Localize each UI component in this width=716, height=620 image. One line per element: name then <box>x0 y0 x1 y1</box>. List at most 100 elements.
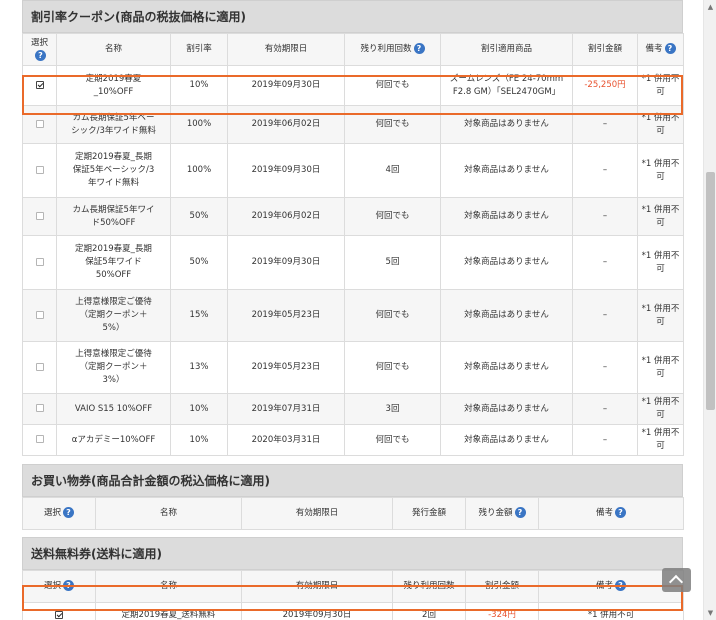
coupon-remaining: 4回 <box>344 143 441 198</box>
coupon-note: *1 併用不可 <box>637 235 684 290</box>
coupon-amount: – <box>572 341 638 394</box>
coupon-checkbox[interactable] <box>35 211 44 220</box>
coupon-remaining: 何回でも <box>344 341 441 394</box>
coupon-checkbox[interactable] <box>35 80 44 89</box>
table-row[interactable]: 定期2019春夏 _10%OFF 10% 2019年09月30日 何回でも ズームレンズ（… <box>22 65 684 106</box>
coupon-rate: 10% <box>170 424 228 456</box>
coupon-name: 定期2019春夏 _10%OFF <box>56 65 171 106</box>
coupon-rate: 10% <box>170 393 228 425</box>
coupon-note: *1 併用不可 <box>538 602 684 620</box>
scrollbar-thumb[interactable] <box>706 172 715 410</box>
coupon-note: *1 併用不可 <box>637 393 684 425</box>
col-select: 選択? <box>22 33 57 66</box>
coupon-remaining: 何回でも <box>344 289 441 342</box>
help-icon[interactable]: ? <box>35 49 46 61</box>
select-cell <box>22 143 57 198</box>
col-name: 名称 <box>95 570 242 603</box>
coupon-product: 対象商品はありません <box>440 393 573 425</box>
col-note: 備考? <box>637 33 684 66</box>
coupon-rate: 100% <box>170 105 228 144</box>
coupon-rate: 15% <box>170 289 228 342</box>
coupon-expiry: 2019年05月23日 <box>227 341 345 394</box>
table-row[interactable]: 上得意様限定ご優待 （定期クーポン＋ 5%） 15% 2019年05月23日 何回でも 対象… <box>22 289 684 342</box>
col-note-label: 備考 <box>595 581 613 591</box>
discount-section-title: 割引率クーポン(商品の税抜価格に適用) <box>22 0 683 33</box>
table-row[interactable]: VAIO S15 10%OFF 10% 2019年07月31日 3回 対象商品はありませ… <box>22 393 684 425</box>
coupon-name: 定期2019春夏_長期 保証5年ベーシック/3 年ワイド無料 <box>56 143 171 198</box>
coupon-expiry: 2019年09月30日 <box>227 65 345 106</box>
scroll-up-arrow-icon[interactable]: ▲ <box>704 0 716 14</box>
coupon-expiry: 2019年09月30日 <box>227 143 345 198</box>
coupon-remaining: 5回 <box>344 235 441 290</box>
table-row[interactable]: カム長期保証5年ワイ ド50%OFF 50% 2019年06月02日 何回でも 対象商品は… <box>22 197 684 236</box>
shopping-section-title: お買い物券(商品合計金額の税込価格に適用) <box>22 464 683 497</box>
help-icon[interactable]: ? <box>63 507 74 518</box>
coupon-expiry: 2019年07月31日 <box>227 393 345 425</box>
select-cell <box>22 197 57 236</box>
coupon-checkbox[interactable] <box>35 404 44 412</box>
coupon-content: 割引率クーポン(商品の税抜価格に適用) 選択? 名称 割引率 有効期限日 残り利… <box>22 0 684 620</box>
shopping-voucher-table: 選択? 名称 有効期限日 発行金額 残り金額? 備考? <box>22 497 684 530</box>
coupon-name: αアカデミー10%OFF <box>56 424 171 456</box>
coupon-remaining: 何回でも <box>344 105 441 144</box>
col-note: 備考? <box>538 497 684 530</box>
coupon-expiry: 2019年06月02日 <box>227 105 345 144</box>
coupon-amount: – <box>572 105 638 144</box>
coupon-product: ズームレンズ（FE 24-70mm F2.8 GM）「SEL2470GM」 <box>440 65 573 106</box>
table-row[interactable]: 定期2019春夏_長期 保証5年ワイド 50%OFF 50% 2019年09月30日 5回… <box>22 235 684 290</box>
coupon-rate: 10% <box>170 65 228 106</box>
coupon-checkbox[interactable] <box>35 257 44 266</box>
col-product: 割引適用商品 <box>440 33 573 66</box>
coupon-amount: -324円 <box>465 602 539 620</box>
coupon-checkbox[interactable] <box>35 362 44 371</box>
coupon-checkbox[interactable] <box>35 310 44 319</box>
col-rate: 割引率 <box>170 33 228 66</box>
coupon-checkbox[interactable] <box>35 165 44 174</box>
coupon-name: カム長期保証5年ベー シック/3年ワイド無料 <box>56 105 171 144</box>
coupon-expiry: 2019年09月30日 <box>241 602 393 620</box>
coupon-checkbox[interactable] <box>35 435 44 443</box>
table-row[interactable]: 定期2019春夏_送料無料 2019年09月30日 2回 -324円 *1 併用不可 <box>22 602 684 620</box>
col-remaining: 残り利用回数 <box>392 570 466 603</box>
coupon-rate: 50% <box>170 235 228 290</box>
col-expiry: 有効期限日 <box>227 33 345 66</box>
coupon-product: 対象商品はありません <box>440 143 573 198</box>
coupon-name: VAIO S15 10%OFF <box>56 393 171 425</box>
page-scrollbar[interactable]: ▲ ▼ <box>703 0 716 620</box>
coupon-product: 対象商品はありません <box>440 235 573 290</box>
col-issued: 発行金額 <box>392 497 466 530</box>
help-icon[interactable]: ? <box>615 580 626 591</box>
help-icon[interactable]: ? <box>615 507 626 518</box>
table-row[interactable]: 上得意様限定ご優待 （定期クーポン＋ 3%） 13% 2019年05月23日 何回でも 対象… <box>22 341 684 394</box>
col-amount: 割引金額 <box>572 33 638 66</box>
shipping-section-title: 送料無料券(送料に適用) <box>22 537 683 570</box>
coupon-rate: 50% <box>170 197 228 236</box>
help-icon[interactable]: ? <box>514 507 526 518</box>
coupon-rate: 13% <box>170 341 228 394</box>
coupon-expiry: 2019年06月02日 <box>227 197 345 236</box>
coupon-amount: – <box>572 424 638 456</box>
col-name: 名称 <box>56 33 171 66</box>
coupon-amount: – <box>572 143 638 198</box>
table-row[interactable]: 定期2019春夏_長期 保証5年ベーシック/3 年ワイド無料 100% 2019年09月… <box>22 143 684 198</box>
scroll-down-arrow-icon[interactable]: ▼ <box>704 606 716 620</box>
help-icon[interactable]: ? <box>63 580 74 591</box>
back-to-top-button[interactable] <box>662 568 691 592</box>
help-icon[interactable]: ? <box>664 43 676 54</box>
col-select: 選択? <box>22 570 96 603</box>
coupon-amount: – <box>572 289 638 342</box>
coupon-name: カム長期保証5年ワイ ド50%OFF <box>56 197 171 236</box>
col-remaining: 残り利用回数? <box>344 33 441 66</box>
coupon-amount: – <box>572 235 638 290</box>
table-row[interactable]: αアカデミー10%OFF 10% 2020年03月31日 何回でも 対象商品はありません… <box>22 424 684 456</box>
help-icon[interactable]: ? <box>413 43 425 54</box>
coupon-amount: – <box>572 197 638 236</box>
select-cell <box>22 393 57 425</box>
chevron-up-icon <box>668 574 684 590</box>
coupon-checkbox[interactable] <box>55 610 63 619</box>
coupon-note: *1 併用不可 <box>637 105 684 144</box>
coupon-expiry: 2019年09月30日 <box>227 235 345 290</box>
table-row[interactable]: カム長期保証5年ベー シック/3年ワイド無料 100% 2019年06月02日 何回でも… <box>22 105 684 144</box>
coupon-checkbox[interactable] <box>35 119 44 128</box>
coupon-expiry: 2020年03月31日 <box>227 424 345 456</box>
